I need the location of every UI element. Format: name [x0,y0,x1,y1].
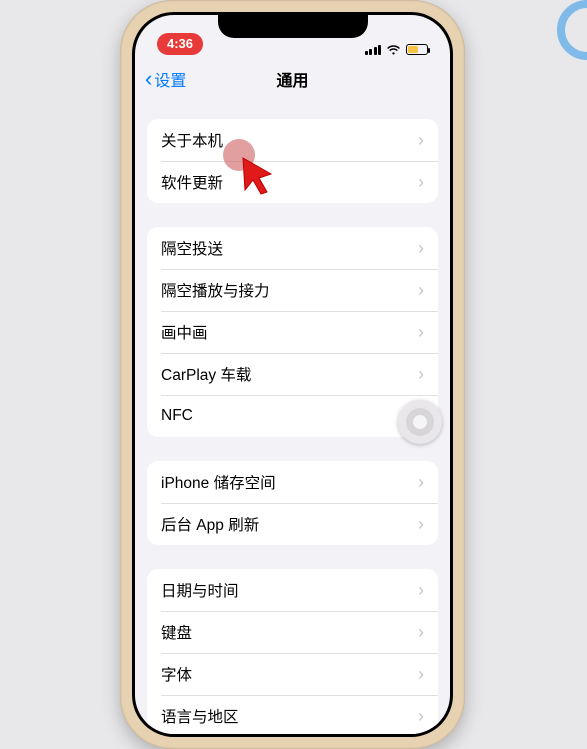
phone-bezel: 4:36 ‹ 设置 [132,12,453,737]
status-right [365,44,429,55]
row-language-region[interactable]: 语言与地区 › [147,695,438,734]
row-label: iPhone 储存空间 [161,471,276,493]
settings-group: 关于本机 › 软件更新 › [147,119,438,203]
row-label: 画中画 [161,321,208,343]
row-date-time[interactable]: 日期与时间 › [147,569,438,611]
chevron-right-icon: › [418,664,424,685]
settings-group: 日期与时间›键盘›字体›语言与地区›词典› [147,569,438,734]
signal-icon [365,45,382,55]
row-label: 日期与时间 [161,579,239,601]
status-time: 4:36 [167,36,193,51]
row-airdrop[interactable]: 隔空投送 › [147,227,438,269]
page-title: 通用 [276,67,308,91]
row-label: 关于本机 [161,129,223,151]
phone-frame: 4:36 ‹ 设置 [120,0,465,749]
row-label: 字体 [161,663,192,685]
chevron-right-icon: › [418,172,424,193]
cursor-arrow-icon [239,156,275,196]
row-fonts[interactable]: 字体 › [147,653,438,695]
row-label: 隔空投送 [161,237,223,259]
chevron-right-icon: › [418,580,424,601]
back-button[interactable]: ‹ 设置 [145,59,186,99]
settings-group: iPhone 储存空间 › 后台 App 刷新 › [147,461,438,545]
chevron-right-icon: › [418,514,424,535]
status-time-pill: 4:36 [157,33,203,55]
row-label: 语言与地区 [161,705,239,727]
decor-circle [557,0,587,60]
row-label: 后台 App 刷新 [161,513,259,535]
chevron-right-icon: › [418,322,424,343]
row-label: CarPlay 车载 [161,363,251,385]
chevron-right-icon: › [418,238,424,259]
row-airplay-handoff[interactable]: 隔空播放与接力 › [147,269,438,311]
nav-header: ‹ 设置 通用 [135,59,450,99]
row-iphone-storage[interactable]: iPhone 储存空间 › [147,461,438,503]
screen: 4:36 ‹ 设置 [135,15,450,734]
row-background-app-refresh[interactable]: 后台 App 刷新 › [147,503,438,545]
row-pip[interactable]: 画中画 › [147,311,438,353]
row-nfc[interactable]: NFC› [147,395,438,437]
row-carplay[interactable]: CarPlay 车载 › [147,353,438,395]
row-label: 键盘 [161,621,192,643]
row-keyboard[interactable]: 键盘 › [147,611,438,653]
phone-notch [218,12,368,38]
chevron-right-icon: › [418,130,424,151]
settings-group: 隔空投送 › 隔空播放与接力 › 画中画 › CarPlay 车载 › NFC› [147,227,438,437]
back-label: 设置 [154,67,186,91]
chevron-right-icon: › [418,622,424,643]
row-software-update[interactable]: 软件更新 › [147,161,438,203]
chevron-right-icon: › [418,280,424,301]
assistive-touch-button[interactable] [398,400,442,444]
chevron-right-icon: › [418,706,424,727]
chevron-right-icon: › [418,364,424,385]
row-label: 隔空播放与接力 [161,279,270,301]
chevron-right-icon: › [418,472,424,493]
battery-fill [408,46,418,53]
battery-icon [406,44,428,55]
row-label: 软件更新 [161,171,223,193]
row-about[interactable]: 关于本机 › [147,119,438,161]
row-label: NFC [161,407,193,425]
chevron-left-icon: ‹ [145,68,152,90]
wifi-icon [386,44,401,55]
